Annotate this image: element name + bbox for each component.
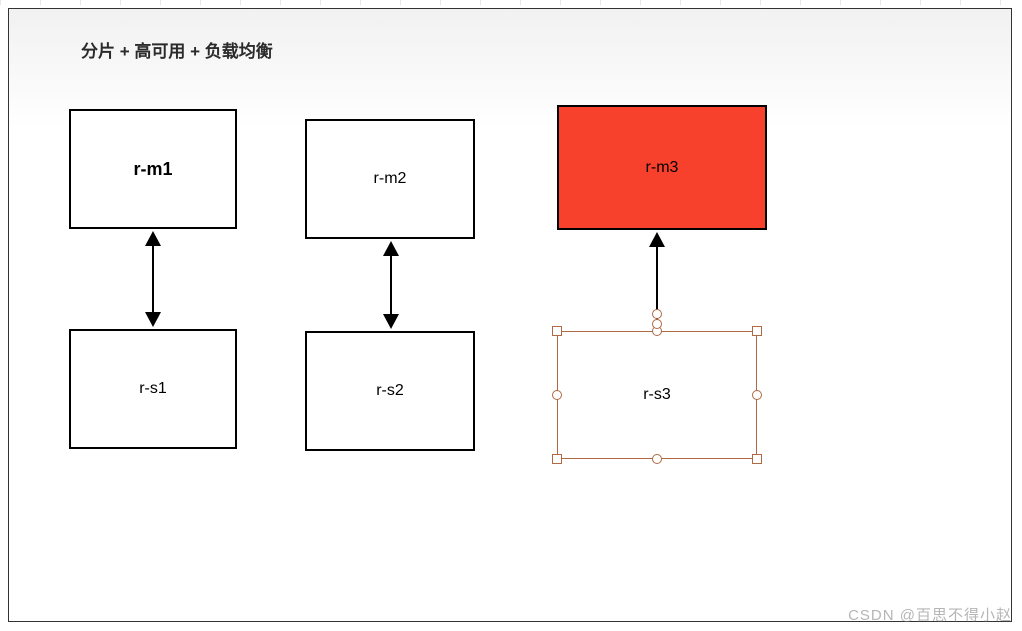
- node-label: r-s2: [376, 382, 404, 400]
- node-label: r-m2: [374, 170, 407, 188]
- node-r-m3[interactable]: r-m3: [557, 105, 767, 230]
- connector-endpoint[interactable]: [652, 309, 662, 319]
- node-r-s2[interactable]: r-s2: [305, 331, 475, 451]
- diagram-stage: 分片 + 高可用 + 负载均衡 r-m1 r-s1 r-m2 r-s2 r-m3…: [0, 0, 1022, 631]
- selection-handle-e[interactable]: [752, 390, 762, 400]
- selection-handle-nw[interactable]: [552, 326, 562, 336]
- ruler-top: [0, 0, 1022, 5]
- connector-m1-s1[interactable]: [152, 244, 154, 314]
- selection-handle-ne[interactable]: [752, 326, 762, 336]
- watermark: CSDN @百思不得小赵: [848, 604, 1012, 625]
- node-r-s3[interactable]: r-s3: [557, 331, 757, 459]
- selection-handle-se[interactable]: [752, 454, 762, 464]
- node-label: r-s3: [643, 386, 671, 404]
- node-r-m1[interactable]: r-m1: [69, 109, 237, 229]
- selection-handle-s[interactable]: [652, 454, 662, 464]
- node-r-s1[interactable]: r-s1: [69, 329, 237, 449]
- diagram-title: 分片 + 高可用 + 负载均衡: [81, 37, 273, 62]
- arrow-head-down-icon: [383, 314, 399, 329]
- connector-endpoint[interactable]: [652, 319, 662, 329]
- node-label: r-s1: [139, 380, 167, 398]
- node-label: r-m1: [133, 159, 172, 180]
- node-label: r-m3: [646, 159, 679, 177]
- selection-handle-w[interactable]: [552, 390, 562, 400]
- node-r-m2[interactable]: r-m2: [305, 119, 475, 239]
- arrow-head-down-icon: [145, 312, 161, 327]
- connector-m2-s2[interactable]: [390, 254, 392, 316]
- selection-handle-sw[interactable]: [552, 454, 562, 464]
- canvas[interactable]: 分片 + 高可用 + 负载均衡 r-m1 r-s1 r-m2 r-s2 r-m3…: [8, 8, 1012, 622]
